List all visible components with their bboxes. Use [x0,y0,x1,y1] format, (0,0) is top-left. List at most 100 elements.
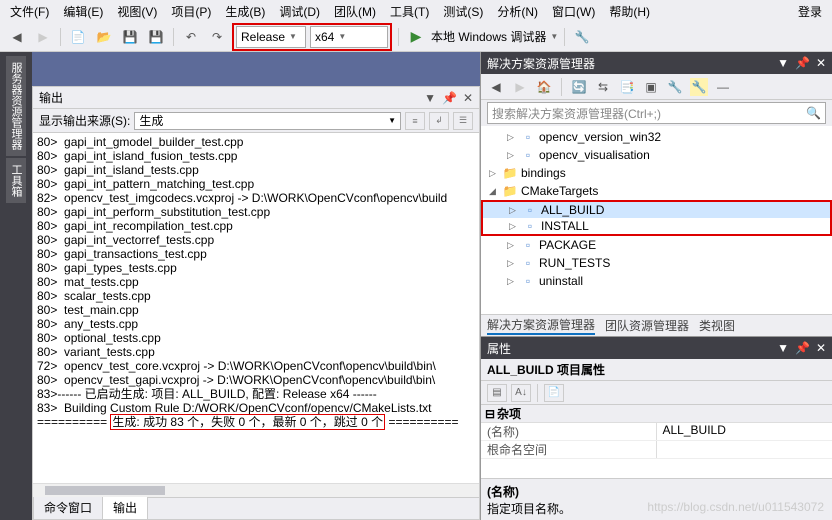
proj-icon: ▫ [521,238,535,252]
expander-icon[interactable]: ▷ [507,258,517,269]
autohide-icon[interactable]: ▼ [424,91,436,105]
pin-icon[interactable]: 📌 [795,341,810,355]
alpha-icon[interactable]: A↓ [511,384,531,402]
menu-item[interactable]: 生成(B) [219,1,271,22]
properties-header: 属性 ▼ 📌 ✕ [481,337,832,359]
output-line: 80> any_tests.cpp [37,317,475,331]
menu-item[interactable]: 视图(V) [111,1,163,22]
expander-icon[interactable]: ◢ [489,186,499,197]
tree-item[interactable]: ▷📁bindings [481,164,832,182]
open-icon[interactable]: 📂 [93,26,115,48]
close-icon[interactable]: ✕ [463,91,473,105]
menu-item[interactable]: 文件(F) [4,1,55,22]
output-source-dropdown[interactable]: 生成 ▼ [134,112,401,130]
property-row[interactable]: 根命名空间 [481,441,832,459]
expander-icon[interactable]: ▷ [509,221,519,232]
clear-output-icon[interactable]: ≡ [405,112,425,130]
save-all-icon[interactable]: 💾 [145,26,167,48]
solution-tree[interactable]: ▷▫opencv_version_win32▷▫opencv_visualisa… [481,126,832,314]
output-line: 80> test_main.cpp [37,303,475,317]
left-tool-column: 服务器资源管理器工具箱 [0,52,32,520]
properties-grid[interactable]: ⊟杂项 (名称)ALL_BUILD根命名空间 [481,405,832,478]
expander-icon[interactable]: ▷ [507,132,517,143]
expander-icon[interactable]: ▷ [507,240,517,251]
goto-icon[interactable]: ☰ [453,112,473,130]
menu-item[interactable]: 登录 [792,1,828,22]
horizontal-scrollbar[interactable] [33,483,479,497]
menu-item[interactable]: 工具(T) [384,1,435,22]
prop-value[interactable] [657,441,832,458]
prop-value[interactable]: ALL_BUILD [657,423,832,440]
expander-icon[interactable]: ▷ [489,168,499,179]
property-row[interactable]: (名称)ALL_BUILD [481,423,832,441]
wrench-icon[interactable]: 🔧 [690,78,708,96]
tree-item[interactable]: ▷▫opencv_version_win32 [481,128,832,146]
tree-item[interactable]: ▷▫opencv_visualisation [481,146,832,164]
tool-icon[interactable]: 🔧 [571,26,593,48]
property-category[interactable]: ⊟杂项 [481,405,832,423]
solution-tab-strip: 解决方案资源管理器团队资源管理器类视图 [481,314,832,336]
properties-toolbar: ▤ A↓ 📄 [481,381,832,405]
solution-tab[interactable]: 类视图 [699,317,735,334]
menu-item[interactable]: 编辑(E) [57,1,109,22]
dropdown-icon[interactable]: ▼ [777,56,789,70]
menu-item[interactable]: 调试(D) [273,1,326,22]
menu-item[interactable]: 帮助(H) [603,1,656,22]
properties-icon[interactable]: 🔧 [666,78,684,96]
categorized-icon[interactable]: ▤ [487,384,507,402]
expander-icon[interactable]: ▷ [507,150,517,161]
solution-tab[interactable]: 解决方案资源管理器 [487,316,595,335]
chevron-down-icon[interactable]: ▼ [550,32,558,41]
home-icon[interactable]: 🏠 [535,78,553,96]
menu-item[interactable]: 项目(P) [165,1,217,22]
bottom-tab-strip: 命令窗口输出 [33,497,479,519]
pin-icon[interactable]: 📌 [442,91,457,105]
menu-item[interactable]: 团队(M) [328,1,382,22]
nav-back-icon[interactable]: ◀ [6,26,28,48]
pin-icon[interactable]: 📌 [795,56,810,70]
show-all-icon[interactable]: 📑 [618,78,636,96]
close-icon[interactable]: ✕ [816,341,826,355]
platform-value: x64 [315,30,334,44]
bottom-tab[interactable]: 输出 [102,495,148,519]
solution-search[interactable]: 搜索解决方案资源管理器(Ctrl+;) 🔍 [487,102,826,124]
solution-tab[interactable]: 团队资源管理器 [605,317,689,334]
config-dropdown[interactable]: Release▼ [236,26,306,48]
tree-item[interactable]: ◢📁CMakeTargets [481,182,832,200]
menu-item[interactable]: 窗口(W) [546,1,601,22]
tree-item[interactable]: ▷▫PACKAGE [481,236,832,254]
new-file-icon[interactable]: 📄 [67,26,89,48]
side-tab[interactable]: 工具箱 [6,158,26,203]
menu-item[interactable]: 测试(S) [437,1,489,22]
side-tab[interactable]: 服务器资源管理器 [6,56,26,156]
start-debug-icon[interactable]: ▶ [405,26,427,48]
close-icon[interactable]: ✕ [816,56,826,70]
folder-icon: 📁 [503,166,517,180]
tree-item[interactable]: ▷▫RUN_TESTS [481,254,832,272]
dropdown-icon[interactable]: ▼ [777,341,789,355]
more-icon[interactable]: — [714,78,732,96]
wrap-icon[interactable]: ↲ [429,112,449,130]
config-platform-highlight: Release▼ x64▼ [232,23,392,51]
prop-page-icon[interactable]: 📄 [544,384,564,402]
menu-item[interactable]: 分析(N) [491,1,544,22]
undo-icon[interactable]: ↶ [180,26,202,48]
fwd-icon: ▶ [511,78,529,96]
redo-icon[interactable]: ↷ [206,26,228,48]
refresh-icon[interactable]: 🔄 [570,78,588,96]
sync-icon[interactable]: ⇆ [594,78,612,96]
output-text[interactable]: 80> gapi_int_gmodel_builder_test.cpp80> … [33,133,479,483]
build-summary: 生成: 成功 83 个，失败 0 个，最新 0 个，跳过 0 个 [110,414,385,430]
scrollbar-thumb[interactable] [45,486,165,495]
platform-dropdown[interactable]: x64▼ [310,26,388,48]
collapse-icon[interactable]: ▣ [642,78,660,96]
tree-item[interactable]: ▷▫uninstall [481,272,832,290]
tree-item[interactable]: ▷▫ALL_BUILD [481,200,832,218]
save-icon[interactable]: 💾 [119,26,141,48]
tree-item[interactable]: ▷▫INSTALL [481,218,832,236]
expander-icon[interactable]: ▷ [507,276,517,287]
debugger-label[interactable]: 本地 Windows 调试器 [431,28,546,45]
bottom-tab[interactable]: 命令窗口 [33,495,103,519]
back-icon[interactable]: ◀ [487,78,505,96]
expander-icon[interactable]: ▷ [509,205,519,216]
